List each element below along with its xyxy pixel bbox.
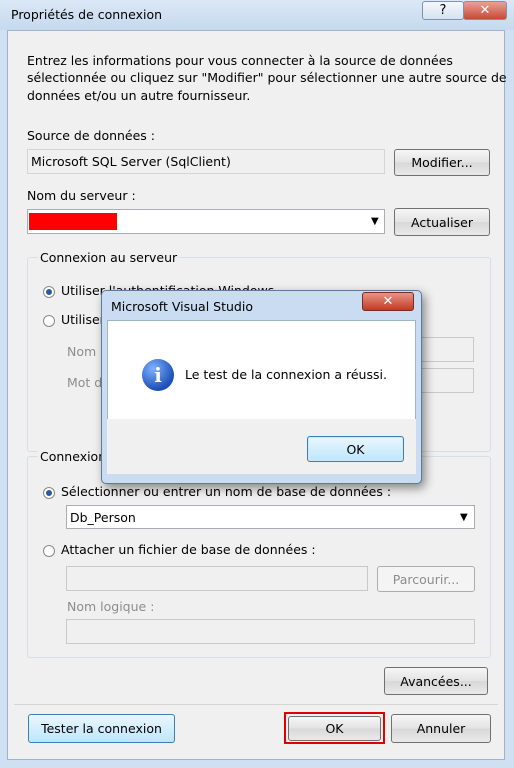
cancel-button-label: Annuler [416,721,466,736]
cancel-button[interactable]: Annuler [391,714,491,743]
attach-file-label[interactable]: Attacher un fichier de base de données : [61,542,316,557]
title-bar: Propriétés de connexion ? ✕ [0,0,514,30]
info-icon-glyph: i [154,363,162,387]
refresh-button-label: Actualiser [411,214,473,230]
info-icon: i [142,359,174,391]
window-title: Propriétés de connexion [11,7,163,22]
close-icon: ✕ [479,3,491,18]
user-name-label: Nom [67,344,97,359]
chevron-down-icon[interactable]: ▼ [371,216,379,227]
intro-line-2: sélectionnée ou cliquez sur "Modifier" p… [27,70,507,85]
intro-line-1: Entrez les informations pour vous connec… [27,53,453,68]
message-box-ok-button[interactable]: OK [307,436,404,462]
server-name-redacted [29,213,117,230]
message-box-ok-label: OK [346,441,365,457]
database-file-field[interactable] [66,566,368,591]
password-label: Mot d [67,375,103,390]
select-database-radio[interactable] [43,487,55,499]
refresh-button[interactable]: Actualiser [394,208,490,236]
datasource-value: Microsoft SQL Server (SqlClient) [31,154,231,169]
help-icon: ? [439,3,447,18]
attach-file-radio[interactable] [43,545,55,557]
browse-button[interactable]: Parcourir... [377,566,475,592]
sql-auth-label[interactable]: Utiliser [61,312,105,327]
close-icon: ✕ [382,294,394,309]
message-box-close-button[interactable]: ✕ [362,292,414,311]
windows-auth-radio[interactable] [43,286,55,298]
database-name-value: Db_Person [70,510,136,525]
intro-line-3: données et/ou un autre fournisseur. [27,88,251,103]
test-connection-label: Tester la connexion [41,721,162,736]
database-name-combobox[interactable]: Db_Person ▼ [66,505,475,529]
server-name-combobox[interactable]: ▼ [27,209,385,234]
modify-button[interactable]: Modifier... [394,149,490,176]
message-box: Microsoft Visual Studio ✕ i Le test de l… [101,290,422,484]
modify-button-label: Modifier... [411,155,473,170]
database-legend: Connexion [38,449,109,464]
advanced-button[interactable]: Avancées... [384,667,488,695]
test-connection-button[interactable]: Tester la connexion [28,714,175,743]
ok-button-label: OK [325,721,344,736]
server-login-legend: Connexion au serveur [38,250,180,265]
message-box-title: Microsoft Visual Studio [111,299,253,314]
sql-auth-radio[interactable] [43,315,55,327]
chevron-down-icon[interactable]: ▼ [460,512,468,523]
datasource-label: Source de données : [27,128,156,143]
database-group: Connexion Sélectionner ou entrer un nom … [27,449,491,658]
message-text: Le test de la connexion a réussi. [185,367,387,382]
datasource-field: Microsoft SQL Server (SqlClient) [27,149,385,174]
logical-name-label: Nom logique : [67,599,155,614]
server-name-label: Nom du serveur : [27,188,136,203]
ok-button[interactable]: OK [288,716,381,741]
select-database-label[interactable]: Sélectionner ou entrer un nom de base de… [61,484,391,499]
footer-divider [14,704,498,705]
help-button[interactable]: ? [422,1,464,20]
advanced-button-label: Avancées... [400,673,472,689]
logical-name-field[interactable] [66,619,475,644]
close-button[interactable]: ✕ [463,1,507,20]
browse-button-label: Parcourir... [392,571,460,587]
